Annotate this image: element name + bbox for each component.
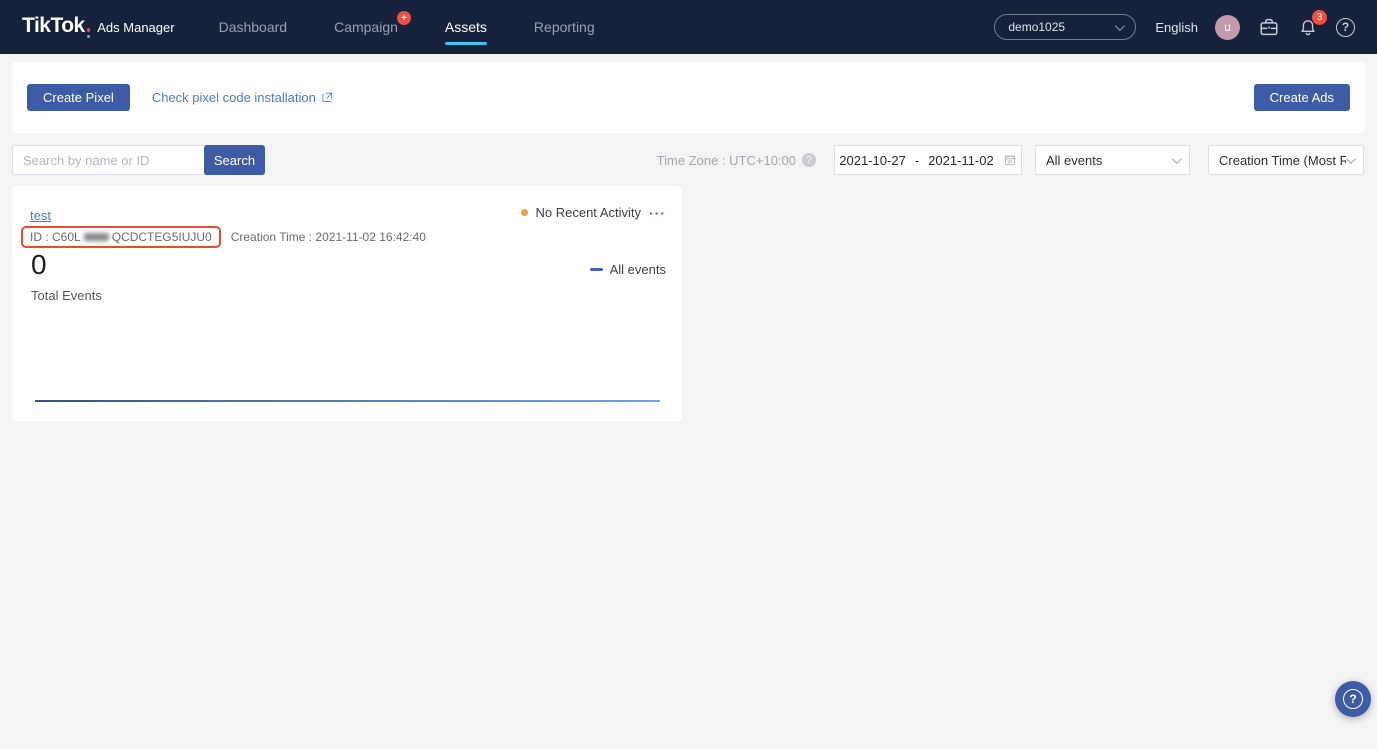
timezone-info: Time Zone : UTC+10:00 ? [657,153,816,168]
chevron-down-icon [1115,21,1125,31]
nav-item-dashboard[interactable]: Dashboard [219,19,288,35]
create-ads-button[interactable]: Create Ads [1254,84,1350,111]
ads-manager-page: TikTok Ads Manager Dashboard Campaign + … [0,0,1377,749]
logo-brand-text: TikTok [22,14,85,38]
chevron-down-icon [1346,154,1356,164]
nav-item-campaign-label: Campaign [334,19,398,35]
tiktok-logo[interactable]: TikTok Ads Manager [22,14,175,41]
pixel-more-menu-icon[interactable]: ··· [649,206,666,220]
navbar-right-cluster: demo1025 English u 3 [994,14,1355,40]
date-range-picker[interactable]: 2021-10-27 - 2021-11-02 [834,145,1022,175]
main-nav: Dashboard Campaign + Assets Reporting [219,19,642,35]
pixel-status-label: No Recent Activity [536,205,642,220]
pixel-id-prefix: ID : C60L [30,230,81,244]
create-pixel-button[interactable]: Create Pixel [27,84,130,111]
total-events-value: 0 [31,250,47,281]
pixel-id-row: ID : C60L QCDCTEG5IUJU0 Creation Time : … [21,226,426,248]
search-button[interactable]: Search [204,145,265,175]
event-filter-value: All events [1046,153,1102,168]
pixel-status-row: No Recent Activity ··· [521,205,667,220]
nav-item-campaign[interactable]: Campaign + [334,19,398,35]
date-end: 2021-11-02 [928,153,994,168]
chevron-down-icon [1172,154,1182,164]
calendar-icon [1003,153,1017,167]
check-pixel-installation-label: Check pixel code installation [152,90,316,105]
nav-item-assets[interactable]: Assets [445,19,487,35]
campaign-badge: + [397,11,411,25]
filter-right-cluster: Time Zone : UTC+10:00 ? 2021-10-27 - 202… [657,145,1364,175]
date-separator: - [915,153,919,168]
help-icon[interactable]: ? [1336,18,1355,37]
external-link-icon [321,91,334,104]
notifications-bell-icon[interactable]: 3 [1298,17,1318,38]
account-switcher[interactable]: demo1025 [994,14,1136,40]
pixel-id-suffix: QCDCTEG5IUJU0 [112,230,212,244]
timezone-help-icon[interactable]: ? [802,153,816,167]
date-start: 2021-10-27 [839,153,906,168]
inbox-icon[interactable] [1258,16,1280,38]
sort-order-value: Creation Time (Most Rec [1219,153,1346,168]
notification-count-badge: 3 [1312,10,1327,25]
pixel-card: test ID : C60L QCDCTEG5IUJU0 Creation Ti… [12,186,682,421]
event-filter-select[interactable]: All events [1035,145,1190,175]
help-question-icon: ? [1343,689,1363,709]
nav-item-reporting[interactable]: Reporting [534,19,595,35]
search-input[interactable] [12,145,205,175]
filter-row: Search Time Zone : UTC+10:00 ? 2021-10-2… [12,145,1364,175]
total-events-label: Total Events [31,288,102,303]
logo-suffix-text: Ads Manager [97,20,174,35]
account-name: demo1025 [1008,20,1065,34]
top-navbar: TikTok Ads Manager Dashboard Campaign + … [0,0,1377,54]
check-pixel-installation-link[interactable]: Check pixel code installation [152,90,334,105]
pixel-name-link[interactable]: test [30,208,51,223]
language-selector[interactable]: English [1155,20,1198,35]
status-dot-icon [521,209,528,216]
events-chart-flat-line [35,400,660,402]
logo-colon-icon [87,28,91,38]
avatar[interactable]: u [1215,15,1240,40]
pixel-creation-time: Creation Time : 2021-11-02 16:42:40 [231,230,426,244]
pixel-id-redacted-blur [84,233,109,241]
legend-label: All events [610,262,666,277]
pixel-id-annotation-box: ID : C60L QCDCTEG5IUJU0 [21,226,221,248]
floating-help-button[interactable]: ? [1335,681,1371,717]
chart-legend[interactable]: All events [590,262,666,277]
sort-order-select[interactable]: Creation Time (Most Rec [1208,145,1364,175]
legend-line-icon [590,268,603,271]
timezone-label: Time Zone : UTC+10:00 [657,153,796,168]
pixel-toolbar-card: Create Pixel Check pixel code installati… [12,62,1365,133]
